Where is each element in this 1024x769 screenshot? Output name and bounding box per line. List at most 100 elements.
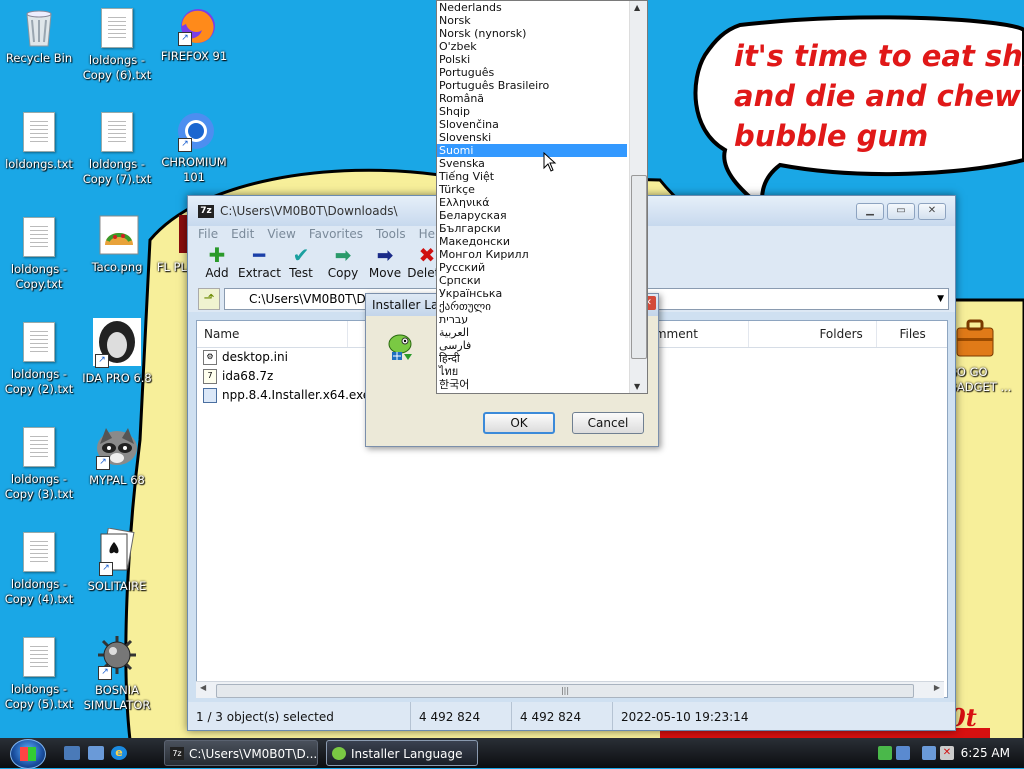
shortcut-arrow-icon: ↗ — [98, 666, 112, 680]
column-name[interactable]: Name — [197, 321, 348, 347]
desktop-icon-recycle-bin[interactable]: Recycle Bin — [1, 6, 77, 66]
scrollbar-thumb[interactable]: ||| — [216, 684, 914, 698]
test-button[interactable]: ✔ Test — [280, 242, 322, 286]
horizontal-scrollbar[interactable]: ◀ ||| ▶ — [196, 681, 944, 698]
language-option[interactable]: Nederlands — [437, 1, 627, 14]
column-files[interactable]: Files — [877, 321, 947, 347]
language-option[interactable]: Ελληνικά — [437, 196, 627, 209]
language-option[interactable]: العربية — [437, 326, 627, 339]
desktop-icon-loldongs-copy-3[interactable]: loldongs - Copy (3).txt — [1, 427, 77, 502]
copy-button[interactable]: ➡ Copy — [322, 242, 364, 286]
language-option[interactable]: ქართული — [437, 300, 627, 313]
taskbar-task-7zip[interactable]: 7z C:\Users\VM0B0T\D... — [164, 740, 318, 766]
desktop-icon-loldongs-copy-4[interactable]: loldongs - Copy (4).txt — [1, 532, 77, 607]
desktop-icon-ida-pro[interactable]: ↗ IDA PRO 6.8 — [79, 318, 155, 386]
menu-file[interactable]: File — [198, 226, 218, 242]
language-option[interactable]: فارسی — [437, 339, 627, 352]
taskbar-clock[interactable]: 6:25 AM — [961, 738, 1010, 768]
language-option[interactable]: Беларуская — [437, 209, 627, 222]
desktop-icon-loldongs[interactable]: loldongs.txt — [1, 112, 77, 172]
minimize-button[interactable]: ▁ — [856, 202, 884, 220]
switch-windows-icon[interactable] — [88, 746, 104, 760]
desktop-icon-taco[interactable]: Taco.png — [79, 215, 155, 275]
desktop-icon-solitaire[interactable]: ↗ SOLITAIRE — [79, 527, 155, 594]
language-option[interactable]: Српски — [437, 274, 627, 287]
ok-button[interactable]: OK — [483, 412, 555, 434]
installer-icon — [332, 747, 346, 760]
desktop-icon-loldongs-copy[interactable]: loldongs - Copy.txt — [1, 217, 77, 292]
language-option[interactable]: Slovenski — [437, 131, 627, 144]
language-option[interactable]: Türkçe — [437, 183, 627, 196]
desktop-icon-label: loldongs - Copy (3).txt — [4, 472, 74, 501]
language-option[interactable]: Svenska — [437, 157, 627, 170]
language-option[interactable]: Русский — [437, 261, 627, 274]
language-option[interactable]: Português — [437, 66, 627, 79]
file-name: ida68.7z — [222, 369, 274, 383]
add-button[interactable]: ✚ Add — [196, 242, 238, 286]
language-option[interactable]: 한국어 — [437, 378, 627, 391]
language-option[interactable]: עברית — [437, 313, 627, 326]
desktop-icon-bosnia-simulator[interactable]: ↗ BOSNIA SIMULATOR — [79, 634, 155, 713]
tray-app-icon[interactable] — [896, 746, 910, 760]
extract-button[interactable]: ━ Extract — [238, 242, 281, 286]
show-desktop-icon[interactable] — [64, 746, 80, 760]
desktop-icon-loldongs-copy-6[interactable]: loldongs - Copy (6).txt — [79, 8, 155, 83]
desktop-icon-loldongs-copy-2[interactable]: loldongs - Copy (2).txt — [1, 322, 77, 397]
taco-image-icon — [99, 215, 139, 255]
close-button[interactable]: ✕ — [918, 202, 946, 220]
text-file-icon — [23, 112, 55, 152]
scroll-down-icon[interactable]: ▼ — [634, 382, 640, 391]
mine-icon: ↗ — [96, 634, 138, 680]
language-option[interactable]: Norsk — [437, 14, 627, 27]
chevron-down-icon[interactable]: ▼ — [937, 289, 944, 309]
language-option[interactable]: Suomi — [437, 144, 627, 157]
language-option[interactable]: Български — [437, 222, 627, 235]
language-option[interactable]: Română — [437, 92, 627, 105]
move-button[interactable]: ➡ Move — [364, 242, 406, 286]
language-option[interactable]: हिन्दी — [437, 352, 627, 365]
scrollbar-thumb[interactable] — [631, 175, 647, 359]
desktop-icon-mypal[interactable]: ↗ MYPAL 68 — [79, 424, 155, 488]
language-option[interactable]: ไทย — [437, 365, 627, 378]
language-option[interactable]: Shqip — [437, 105, 627, 118]
desktop-icon-label: SOLITAIRE — [87, 579, 147, 593]
desktop-icon-loldongs-copy-5[interactable]: loldongs - Copy (5).txt — [1, 637, 77, 712]
taskbar-task-installer[interactable]: Installer Language — [326, 740, 478, 766]
scroll-right-icon[interactable]: ▶ — [934, 683, 940, 692]
language-dropdown-list[interactable]: Nederlands Norsk Norsk (nynorsk) O'zbek Pols… — [436, 0, 648, 394]
scroll-left-icon[interactable]: ◀ — [200, 683, 206, 692]
maximize-button[interactable]: ▭ — [887, 202, 915, 220]
copy-icon: ➡ — [334, 243, 352, 267]
start-button[interactable] — [10, 739, 46, 769]
language-option[interactable]: Українська — [437, 287, 627, 300]
menu-edit[interactable]: Edit — [231, 226, 254, 242]
column-folders[interactable]: Folders — [749, 321, 878, 347]
menu-view[interactable]: View — [267, 226, 295, 242]
network-icon[interactable] — [878, 746, 892, 760]
language-option[interactable]: Slovenčina — [437, 118, 627, 131]
desktop-icon-go-go-gadget[interactable]: GO GO GADGET ... — [948, 316, 1024, 395]
language-option[interactable]: Македонски — [437, 235, 627, 248]
language-option[interactable]: Tiếng Việt — [437, 170, 627, 183]
desktop-icon-loldongs-copy-7[interactable]: loldongs - Copy (7).txt — [79, 112, 155, 187]
7zip-icon: 7z — [170, 747, 184, 760]
scroll-up-icon[interactable]: ▲ — [634, 3, 640, 12]
desktop-icon-chromium[interactable]: ↗ CHROMIUM 101 — [156, 110, 232, 185]
menu-tools[interactable]: Tools — [376, 226, 406, 242]
file-name: npp.8.4.Installer.x64.exe — [222, 388, 371, 402]
speech-line-1: it's time to eat shit — [734, 39, 1024, 73]
up-folder-button[interactable]: ⬏ — [198, 288, 220, 310]
menu-favorites[interactable]: Favorites — [309, 226, 363, 242]
internet-explorer-icon[interactable]: e — [111, 746, 127, 760]
desktop-icon-firefox[interactable]: ↗ FIREFOX 91 — [156, 4, 232, 64]
desktop-icon-label: loldongs - Copy.txt — [10, 262, 68, 291]
language-option[interactable]: Norsk (nynorsk) — [437, 27, 627, 40]
language-option[interactable]: Монгол Кирилл — [437, 248, 627, 261]
network-status-icon[interactable] — [922, 746, 936, 760]
language-option[interactable]: Polski — [437, 53, 627, 66]
language-option[interactable]: Português Brasileiro — [437, 79, 627, 92]
cancel-button[interactable]: Cancel — [572, 412, 644, 434]
vertical-scrollbar[interactable]: ▲ ▼ — [629, 1, 647, 393]
volume-muted-icon[interactable]: ✕ — [940, 746, 954, 760]
language-option[interactable]: O'zbek — [437, 40, 627, 53]
